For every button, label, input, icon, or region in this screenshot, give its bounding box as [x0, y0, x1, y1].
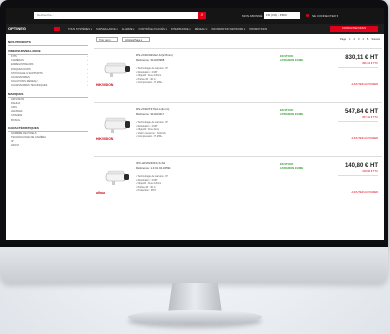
product-reference: Référence: 311324217 — [136, 112, 165, 116]
top-header: Recherche... ⌕ MON ABONNÉ FR (VO) - PRIX… — [6, 8, 384, 24]
stock-status: EN STOCK LIVRAISON 24/48H — [280, 163, 326, 170]
page-link[interactable]: 5 — [367, 38, 368, 41]
monitor: Recherche... ⌕ MON ABONNÉ FR (VO) - PRIX… — [0, 0, 390, 334]
search-input[interactable]: Recherche... — [34, 12, 198, 19]
sidebar-heading: NOS PRODUITS — [8, 40, 88, 46]
monitor-stand-base — [128, 310, 262, 324]
price-box: 547,84 € HT 657,41 € TTC — [338, 109, 378, 124]
divider — [338, 67, 378, 68]
price: 830,11 € HT — [345, 55, 378, 61]
list-toolbar: Trier par ▾ Articles/Page ▾ Page 1 2 3 4… — [94, 36, 382, 44]
add-to-cart-button[interactable]: AJOUTER AU PANIER — [352, 191, 378, 194]
page-link[interactable]: 3 — [358, 38, 359, 41]
pagination-label: Page — [340, 38, 347, 41]
monitor-stand-neck — [168, 283, 222, 313]
nav-item[interactable]: PROMOTIONS — [249, 28, 267, 31]
product-list: Trier par ▾ Articles/Page ▾ Page 1 2 3 4… — [94, 36, 382, 240]
nav-item[interactable]: TOUS SYSTÈMES ▾ — [68, 28, 92, 31]
site-logo[interactable]: OPTINEG — [8, 25, 26, 33]
price-ttc: 996,13 € TTC — [362, 62, 378, 65]
price-ttc: 657,41 € TTC — [362, 116, 378, 119]
nav-item[interactable]: INTERPHONIE ▾ — [171, 28, 191, 31]
contact-button[interactable]: CONTACTEZ-NOUS — [330, 26, 378, 32]
price-box: 830,11 € HT 996,13 € TTC — [338, 55, 378, 70]
sidebar-checkbox-item[interactable]: HDCVI — [8, 144, 88, 148]
product-row: HIKVISION DS-2CD2043G2-IU(2.8mm) Référen… — [94, 48, 382, 100]
spec-line: • Protection : IP67 — [136, 189, 157, 193]
search-icon: ⌕ — [200, 12, 204, 18]
product-title[interactable]: DS-2CD2043G2-IU(2.8mm) — [136, 53, 256, 57]
price: 140,80 € HT — [344, 163, 378, 169]
nav-item[interactable]: RÉSEAU ▾ — [195, 28, 208, 31]
filter-sidebar: NOS PRODUITS VIDEOSURVEILLANCE KITS › CAM… — [6, 35, 90, 240]
product-specs: • Technologie de caméra : IP • Résolutio… — [136, 121, 256, 139]
sort-select[interactable]: Trier par ▾ — [96, 37, 118, 42]
bullet-camera-image[interactable] — [102, 167, 132, 187]
account-label: MON ABONNÉ — [242, 14, 263, 18]
price-ttc: 168,96 € TTC — [362, 170, 378, 173]
pagination: Page 1 2 3 4 5 Suivant — [340, 38, 380, 41]
search-button[interactable]: ⌕ — [198, 12, 206, 19]
stock-line: LIVRAISON 24/48H — [280, 166, 304, 170]
nav-items: TOUS SYSTÈMES ▾ SURVEILLANCE ▾ ALARME ▾ … — [68, 24, 267, 34]
sidebar-item[interactable]: ACCESSOIRES TECHNIQUES › — [8, 84, 88, 88]
product-row: HIKVISION DS-2CD2T47G2-L(4mm) Référence:… — [94, 102, 382, 154]
product-reference: Référence: 1.0.01.04.32591 — [136, 166, 171, 170]
nav-item[interactable]: CONTRÔLE D'ACCÈS ▾ — [138, 28, 166, 31]
page-link[interactable]: 1 — [349, 38, 350, 41]
product-title[interactable]: DS-2CD2T47G2-L(4mm) — [136, 107, 256, 111]
product-info: DS-2CD2043G2-IU(2.8mm) Référence: 311323… — [136, 53, 256, 85]
stock-status: EN STOCK LIVRAISON 24/48H — [280, 55, 326, 62]
cart-icon[interactable] — [306, 14, 309, 17]
spec-line: • Compression : H.265+ — [136, 135, 163, 139]
stock-line: LIVRAISON 24/48H — [280, 112, 304, 116]
brand-logo: HIKVISION — [96, 83, 114, 87]
price: 547,84 € HT — [344, 109, 378, 115]
product-specs: • Technologie de caméra : IP • Résolutio… — [136, 67, 256, 85]
per-page-select[interactable]: Articles/Page ▾ — [122, 37, 150, 42]
price-box: 140,80 € HT 168,96 € TTC — [338, 163, 378, 178]
divider — [338, 175, 378, 176]
page-link[interactable]: 4 — [362, 38, 363, 41]
sidebar-checkbox-item[interactable]: BOSCH — [8, 119, 88, 123]
product-specs: • Technologie de caméra : IP • Résolutio… — [136, 175, 256, 193]
price-mode-select[interactable]: FR (VO) - PRIX — [264, 12, 300, 19]
product-info: IPC-HFW2431S-S-S2 Référence: 1.0.01.04.3… — [136, 161, 256, 193]
login-link[interactable]: SE CONNECTER ▾ — [312, 14, 338, 18]
logo-mark-icon — [54, 27, 60, 31]
divider — [338, 121, 378, 122]
add-to-cart-button[interactable]: AJOUTER AU PANIER — [352, 83, 378, 86]
brand-logo: alhua — [96, 191, 105, 195]
nav-item[interactable]: INFORMATION NETWORK ▾ — [211, 28, 245, 31]
spec-line: • Compression : H.265+ — [136, 81, 163, 85]
page-link[interactable]: 2 — [354, 38, 355, 41]
chevron-right-icon: › — [87, 84, 88, 88]
product-title[interactable]: IPC-HFW2431S-S-S2 — [136, 161, 256, 165]
stock-status: EN STOCK LIVRAISON 24/48H — [280, 109, 326, 116]
bullet-camera-image[interactable] — [102, 59, 132, 79]
nav-item[interactable]: ALARME ▾ — [122, 28, 135, 31]
monitor-chin — [0, 247, 388, 283]
screen: Recherche... ⌕ MON ABONNÉ FR (VO) - PRIX… — [6, 8, 384, 240]
main-nav: OPTINEG TOUS SYSTÈMES ▾ SURVEILLANCE ▾ A… — [6, 24, 384, 34]
stock-line: LIVRAISON 24/48H — [280, 58, 304, 62]
product-info: DS-2CD2T47G2-L(4mm) Référence: 311324217… — [136, 107, 256, 139]
product-reference: Référence: 311323988 — [136, 58, 165, 62]
next-page-link[interactable]: Suivant — [371, 38, 380, 41]
add-to-cart-button[interactable]: AJOUTER AU PANIER — [352, 137, 378, 140]
bullet-camera-image[interactable] — [102, 115, 132, 135]
nav-item[interactable]: SURVEILLANCE ▾ — [96, 28, 118, 31]
product-row: alhua IPC-HFW2431S-S-S2 Référence: 1.0.0… — [94, 156, 382, 208]
brand-logo: HIKVISION — [96, 137, 114, 141]
